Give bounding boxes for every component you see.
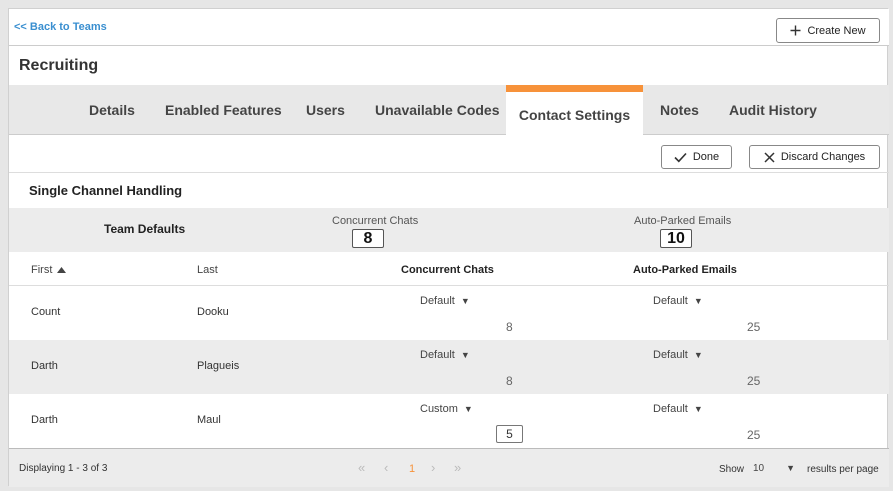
plus-icon [790,25,801,36]
tab-notes[interactable]: Notes [660,102,699,118]
column-header-parked: Auto-Parked Emails [633,264,737,276]
sort-up-icon [57,267,67,273]
tab-contact-settings[interactable]: Contact Settings [506,85,643,136]
displaying-count: Displaying 1 - 3 of 3 [19,463,108,474]
close-icon [764,151,775,163]
last-name-cell: Maul [197,414,221,426]
tab-audit-history[interactable]: Audit History [729,102,817,118]
divider [9,172,889,173]
parked-mode-select[interactable]: Default ▼ [653,403,703,415]
caret-down-icon: ▼ [460,350,470,360]
page-size-select[interactable]: 10 ▼ [753,463,795,474]
first-name-cell: Count [31,306,61,318]
column-header-first[interactable]: First [31,264,67,276]
done-label: Done [692,151,720,163]
tab-users[interactable]: Users [306,102,345,118]
concurrent-custom-input[interactable]: 5 [496,425,523,443]
column-header-last[interactable]: Last [197,264,218,276]
parked-mode-value: Default [653,295,688,307]
concurrent-mode-select[interactable]: Custom ▼ [420,403,473,415]
concurrent-mode-select[interactable]: Default ▼ [420,349,470,361]
concurrent-mode-value: Default [420,295,455,307]
concurrent-value: 8 [506,374,513,388]
create-new-button[interactable]: Create New [776,18,880,43]
discard-changes-button[interactable]: Discard Changes [749,145,880,169]
show-label: Show [719,464,745,475]
concurrent-mode-value: Default [420,349,455,361]
concurrent-mode-value: Custom [420,403,458,415]
table-footer: Displaying 1 - 3 of 3 « ‹ 1 › » Show 10 ▼… [9,448,889,487]
parked-mode-select[interactable]: Default ▼ [653,295,703,307]
team-settings-panel: << Back to Teams Create New Recruiting D… [8,8,889,487]
back-to-teams-link[interactable]: << Back to Teams [14,21,107,33]
parked-mode-value: Default [653,349,688,361]
prev-page-button[interactable]: ‹ [384,460,388,475]
tab-unavailable-codes[interactable]: Unavailable Codes [375,102,500,118]
caret-down-icon: ▼ [460,296,470,306]
last-name-cell: Plagueis [197,360,240,372]
section-title: Single Channel Handling [29,183,183,198]
check-icon [674,152,687,162]
concurrent-value: 8 [506,320,513,334]
per-page-label: results per page [807,464,879,475]
concurrent-mode-select[interactable]: Default ▼ [420,295,470,307]
first-header-label: First [31,264,53,276]
last-page-button[interactable]: » [454,460,461,475]
default-parked-label: Auto-Parked Emails [634,215,732,227]
parked-value: 25 [747,428,761,442]
tab-details[interactable]: Details [89,102,135,118]
parked-value: 25 [747,320,761,334]
parked-mode-value: Default [653,403,688,415]
caret-down-icon: ▼ [693,404,703,414]
first-name-cell: Darth [31,414,58,426]
caret-down-icon: ▼ [786,463,796,473]
top-bar: << Back to Teams Create New [9,9,889,46]
first-name-cell: Darth [31,360,58,372]
create-new-label: Create New [807,24,866,37]
caret-down-icon: ▼ [693,350,703,360]
parked-value: 25 [747,374,761,388]
table-row: Count Dooku Default ▼ 8 Default ▼ 25 [9,286,889,340]
page-size-value: 10 [753,463,765,474]
done-button[interactable]: Done [661,145,732,169]
next-page-button[interactable]: › [431,460,435,475]
tab-bar: Details Enabled Features Users Unavailab… [9,85,889,136]
current-page[interactable]: 1 [409,463,415,475]
default-concurrent-input[interactable]: 8 [352,229,384,248]
table-row: Darth Plagueis Default ▼ 8 Default ▼ 25 [9,340,889,394]
parked-mode-select[interactable]: Default ▼ [653,349,703,361]
column-header-concurrent: Concurrent Chats [401,264,494,276]
team-defaults-row: Team Defaults Concurrent Chats 8 Auto-Pa… [9,208,889,252]
page-title: Recruiting [19,57,99,74]
discard-changes-label: Discard Changes [780,151,866,163]
table-row: Darth Maul Custom ▼ 5 Default ▼ 25 [9,394,889,448]
tab-enabled-features[interactable]: Enabled Features [165,102,282,118]
team-defaults-label: Team Defaults [104,222,186,236]
default-parked-input[interactable]: 10 [660,229,692,248]
first-page-button[interactable]: « [358,460,365,475]
caret-down-icon: ▼ [463,404,473,414]
default-concurrent-label: Concurrent Chats [332,215,419,227]
caret-down-icon: ▼ [693,296,703,306]
last-name-cell: Dooku [197,306,229,318]
